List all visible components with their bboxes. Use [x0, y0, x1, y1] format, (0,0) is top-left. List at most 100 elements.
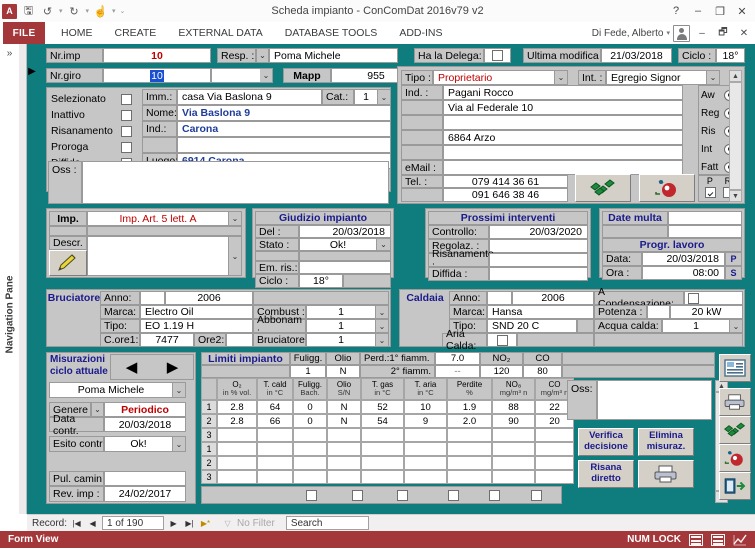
grid-footer-checkbox[interactable]	[397, 490, 408, 501]
cat-dropdown-icon[interactable]: ⌄	[378, 89, 391, 105]
progr-data-value[interactable]: 20/03/2018	[642, 252, 725, 266]
operatore-value[interactable]: Poma Michele	[49, 382, 173, 398]
giudizio-stato-value[interactable]: Ok!	[299, 238, 377, 251]
abbonam-value[interactable]: 1	[306, 319, 376, 333]
checkbox-p[interactable]	[704, 187, 716, 198]
grid-cell[interactable]	[217, 456, 257, 470]
grid-cell[interactable]	[492, 456, 535, 470]
prossimi-risanamento-value[interactable]	[489, 253, 588, 267]
ribbon-restore-icon[interactable]: 🗗	[714, 23, 732, 43]
checkbox-proroga[interactable]	[121, 141, 132, 153]
bruciatore-anno-prefix[interactable]	[140, 291, 165, 305]
checkbox-condensazione[interactable]	[688, 292, 699, 304]
design-view-icon[interactable]	[733, 534, 747, 546]
elimina-misuraz-button[interactable]: Elimina misuraz.	[638, 428, 694, 456]
expand-navigation-pane-icon[interactable]: »	[3, 47, 16, 60]
nr-giro-dropdown-icon[interactable]: ⌄	[260, 68, 273, 83]
print-measure-button[interactable]	[638, 460, 694, 488]
checkbox-risanamento[interactable]	[121, 125, 132, 137]
grid-cell[interactable]	[447, 442, 492, 456]
grid-cell[interactable]	[257, 470, 293, 484]
giudizio-del-value[interactable]: 20/03/2018	[299, 225, 391, 238]
bruciatore-anno-value[interactable]: 2006	[165, 291, 253, 305]
imp-value[interactable]: Imp. Art. 5 lett. A	[87, 211, 229, 226]
grid-cell[interactable]	[257, 442, 293, 456]
verifica-decisione-button[interactable]: Verifica decisione	[578, 428, 634, 456]
ind-value[interactable]: Carona	[177, 121, 391, 137]
imm-value[interactable]: casa Via Baslona 9	[177, 89, 322, 105]
potenza-value[interactable]: 20 kW	[670, 305, 743, 319]
arrow-right-icon[interactable]: ▶	[167, 360, 179, 375]
delega-checkbox-container[interactable]	[484, 48, 511, 63]
condensazione-checkbox-container[interactable]	[684, 291, 743, 305]
progr-data-p-button[interactable]: P	[725, 252, 742, 266]
datasheet-view-icon[interactable]	[711, 533, 725, 546]
date-multa-value-2[interactable]	[668, 225, 742, 238]
check-row-inattivo[interactable]: Inattivo	[51, 107, 137, 123]
grid-cell[interactable]: 66	[257, 414, 293, 428]
grid-row-number[interactable]: 1	[201, 442, 217, 456]
caldaia-marca-value[interactable]: Hansa	[487, 305, 594, 319]
navigation-pane-splitter[interactable]	[19, 44, 27, 521]
cat-value[interactable]: 1	[354, 89, 378, 105]
aria-calda-checkbox-container[interactable]	[487, 333, 517, 347]
grid-cell[interactable]	[447, 470, 492, 484]
prop-address-line-1[interactable]: Pagani Rocco	[443, 85, 683, 100]
oss2-textarea[interactable]	[597, 380, 712, 420]
combust-value[interactable]: 1	[306, 305, 376, 319]
bomb-button-2[interactable]	[719, 444, 751, 472]
bomb-button[interactable]	[639, 174, 695, 202]
potenza-prefix[interactable]	[647, 305, 670, 319]
grid-cell[interactable]	[361, 428, 404, 442]
grid-cell[interactable]	[447, 428, 492, 442]
grid-cell[interactable]	[404, 470, 447, 484]
grid-row-number[interactable]: 1	[201, 400, 217, 414]
grid-cell[interactable]	[327, 428, 361, 442]
limiti-co-value[interactable]: 80	[523, 365, 562, 378]
grid-cell[interactable]: N	[327, 400, 361, 414]
prossimi-controllo-value[interactable]: 20/03/2020	[489, 225, 588, 239]
grid-cell[interactable]	[492, 442, 535, 456]
prop-scroll-down-icon[interactable]: ▼	[729, 190, 742, 202]
ribbon-minimize-icon[interactable]: –	[693, 23, 711, 43]
prop-address-line-3[interactable]	[443, 115, 683, 130]
prop-address-line-4[interactable]: 6864 Arzo	[443, 130, 683, 145]
grid-footer-checkbox[interactable]	[448, 490, 459, 501]
grid-cell[interactable]	[404, 456, 447, 470]
pul-camin-value[interactable]	[104, 471, 186, 486]
core1-value[interactable]: 7477	[140, 333, 194, 347]
money-button[interactable]	[575, 174, 631, 202]
close-icon[interactable]: ✕	[731, 1, 753, 21]
grid-cell[interactable]: 0	[293, 400, 327, 414]
checkbox-inattivo[interactable]	[121, 109, 132, 121]
exit-button[interactable]	[719, 472, 751, 500]
grid-cell[interactable]	[447, 456, 492, 470]
progr-ora-value[interactable]: 08:00	[642, 266, 725, 280]
combust-dropdown-icon[interactable]: ⌄	[376, 305, 389, 319]
grid-cell[interactable]	[492, 470, 535, 484]
edit-description-button[interactable]	[49, 250, 87, 276]
giudizio-emris-value[interactable]	[299, 261, 391, 274]
grid-cell[interactable]: 10	[404, 400, 447, 414]
arrow-left-icon[interactable]: ◀	[126, 360, 138, 375]
resp-dropdown-icon[interactable]: ⌄	[256, 48, 269, 63]
check-row-proroga[interactable]: Proroga	[51, 139, 137, 155]
grid-cell[interactable]	[293, 442, 327, 456]
ribbon-close-icon[interactable]: ✕	[735, 23, 753, 43]
navigation-pane-collapsed[interactable]: » Navigation Pane	[0, 44, 20, 521]
date-multa-value-1[interactable]	[668, 211, 742, 225]
bruciatore-tipo-value[interactable]: EO 1.19 H	[140, 319, 253, 333]
ciclo-header-value[interactable]: 18°	[716, 48, 745, 63]
form-view-icon[interactable]	[689, 533, 703, 546]
tel-value-1[interactable]: 079 414 36 61	[443, 175, 568, 188]
next-record-button[interactable]: ▶	[167, 517, 180, 530]
grid-cell[interactable]: N	[327, 414, 361, 428]
tipo-prop-dropdown-icon[interactable]: ⌄	[555, 70, 568, 85]
acqua-calda-dropdown-icon[interactable]: ⌄	[730, 319, 743, 333]
tipo-prop-value[interactable]: Proprietario	[433, 70, 555, 85]
grid-cell[interactable]: 2.8	[217, 400, 257, 414]
check-row-selezionato[interactable]: Selezionato	[51, 91, 137, 107]
nome-value[interactable]: Via Baslona 9	[177, 105, 391, 121]
minimize-icon[interactable]: –	[687, 1, 709, 21]
progr-ora-s-button[interactable]: S	[725, 266, 742, 280]
